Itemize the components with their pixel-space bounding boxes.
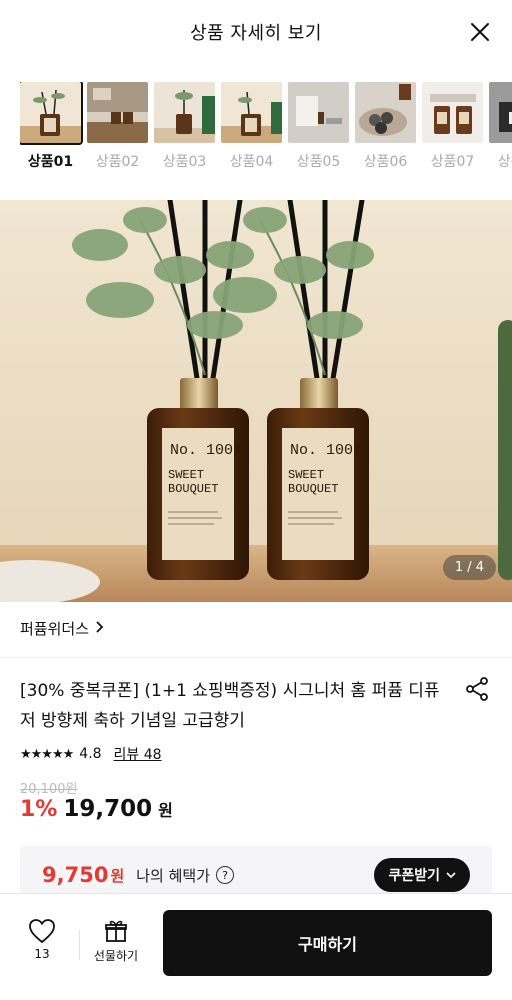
thumbnail-04[interactable] [221,82,282,143]
coupon-button[interactable]: 쿠폰받기 [374,858,470,892]
thumbnail-label: 상품04 [229,154,274,170]
discount-rate: 1% [20,797,58,822]
buy-button[interactable]: 구매하기 [163,910,492,976]
question-icon[interactable]: ? [216,866,235,884]
thumbnail-03[interactable] [154,82,215,143]
gift-button[interactable]: 선물하기 [86,918,146,964]
like-count: 13 [34,947,50,961]
thumbnail-02[interactable] [87,82,148,143]
benefit-price: 9,750 [42,863,109,887]
thumbnail-label: 상품02 [95,154,140,170]
thumbnail-label: 상품05 [296,154,341,170]
heart-icon [18,918,66,947]
gift-icon [86,918,146,947]
like-button[interactable]: 13 [18,918,66,961]
price-line: 1% 19,700 원 [20,796,173,822]
thumbnail-label: 상품08 [497,154,512,170]
review-link[interactable]: 리뷰 48 [114,744,162,764]
bottom-action-bar: 13 선물하기 구매하기 [0,893,512,1000]
close-icon[interactable] [466,18,494,46]
original-price: 20,100원 [20,782,78,797]
benefit-label: 나의 혜택가 [136,866,211,885]
thumbnail-06[interactable] [355,82,416,143]
buy-label: 구매하기 [298,935,357,954]
label-no-2: No. 1001 [290,442,362,459]
thumbnail-label: 상품03 [162,154,207,170]
label-name-1b: BOUQUET [168,482,218,496]
thumbnail-label: 상품01 [27,154,74,170]
label-name-2b: BOUQUET [288,482,338,496]
thumbnail-label: 상품07 [430,154,475,170]
benefit-currency: 원 [110,866,125,885]
chevron-down-icon [446,867,456,883]
share-icon[interactable] [464,676,490,702]
gift-label: 선물하기 [93,949,139,963]
divider [0,657,512,658]
product-title: [30% 중복쿠폰] (1+1 쇼핑백증정) 시그니처 홈 퍼퓸 디퓨저 방향제… [20,681,440,731]
rating-value: 4.8 [79,746,102,762]
page-title: 상품 자세히 보기 [190,23,322,44]
thumbnail-label: 상품06 [363,154,408,170]
label-name-2a: SWEET [288,468,324,482]
image-counter: 1 / 4 [442,555,496,580]
coupon-label: 쿠폰받기 [388,868,440,884]
thumbnail-08[interactable] [489,82,512,143]
star-rating-icon: ★★★★★ [20,746,74,762]
sale-price: 19,700 [63,796,153,822]
label-no-1: No. 1001 [170,442,242,459]
top-header: 상품 자세히 보기 [0,0,512,64]
product-hero-image[interactable]: No. 1001 SWEET BOUQUET No. 1001 SWEET BO… [0,200,512,602]
currency-unit: 원 [158,801,173,820]
brand-link[interactable]: 퍼퓸위더스 [20,618,105,639]
brand-name: 퍼퓸위더스 [20,620,90,638]
thumbnail-01[interactable] [20,82,83,145]
rating-row: ★★★★★ 4.8 리뷰 48 [20,744,162,764]
thumbnail-05[interactable] [288,82,349,143]
chevron-right-icon [95,620,105,638]
thumbnail-07[interactable] [422,82,483,143]
label-name-1a: SWEET [168,468,204,482]
divider [79,930,80,960]
thumbnail-strip: 상품01 상품02 상품03 상품04 상품05 상품06 상품07 상품08 [20,82,512,177]
